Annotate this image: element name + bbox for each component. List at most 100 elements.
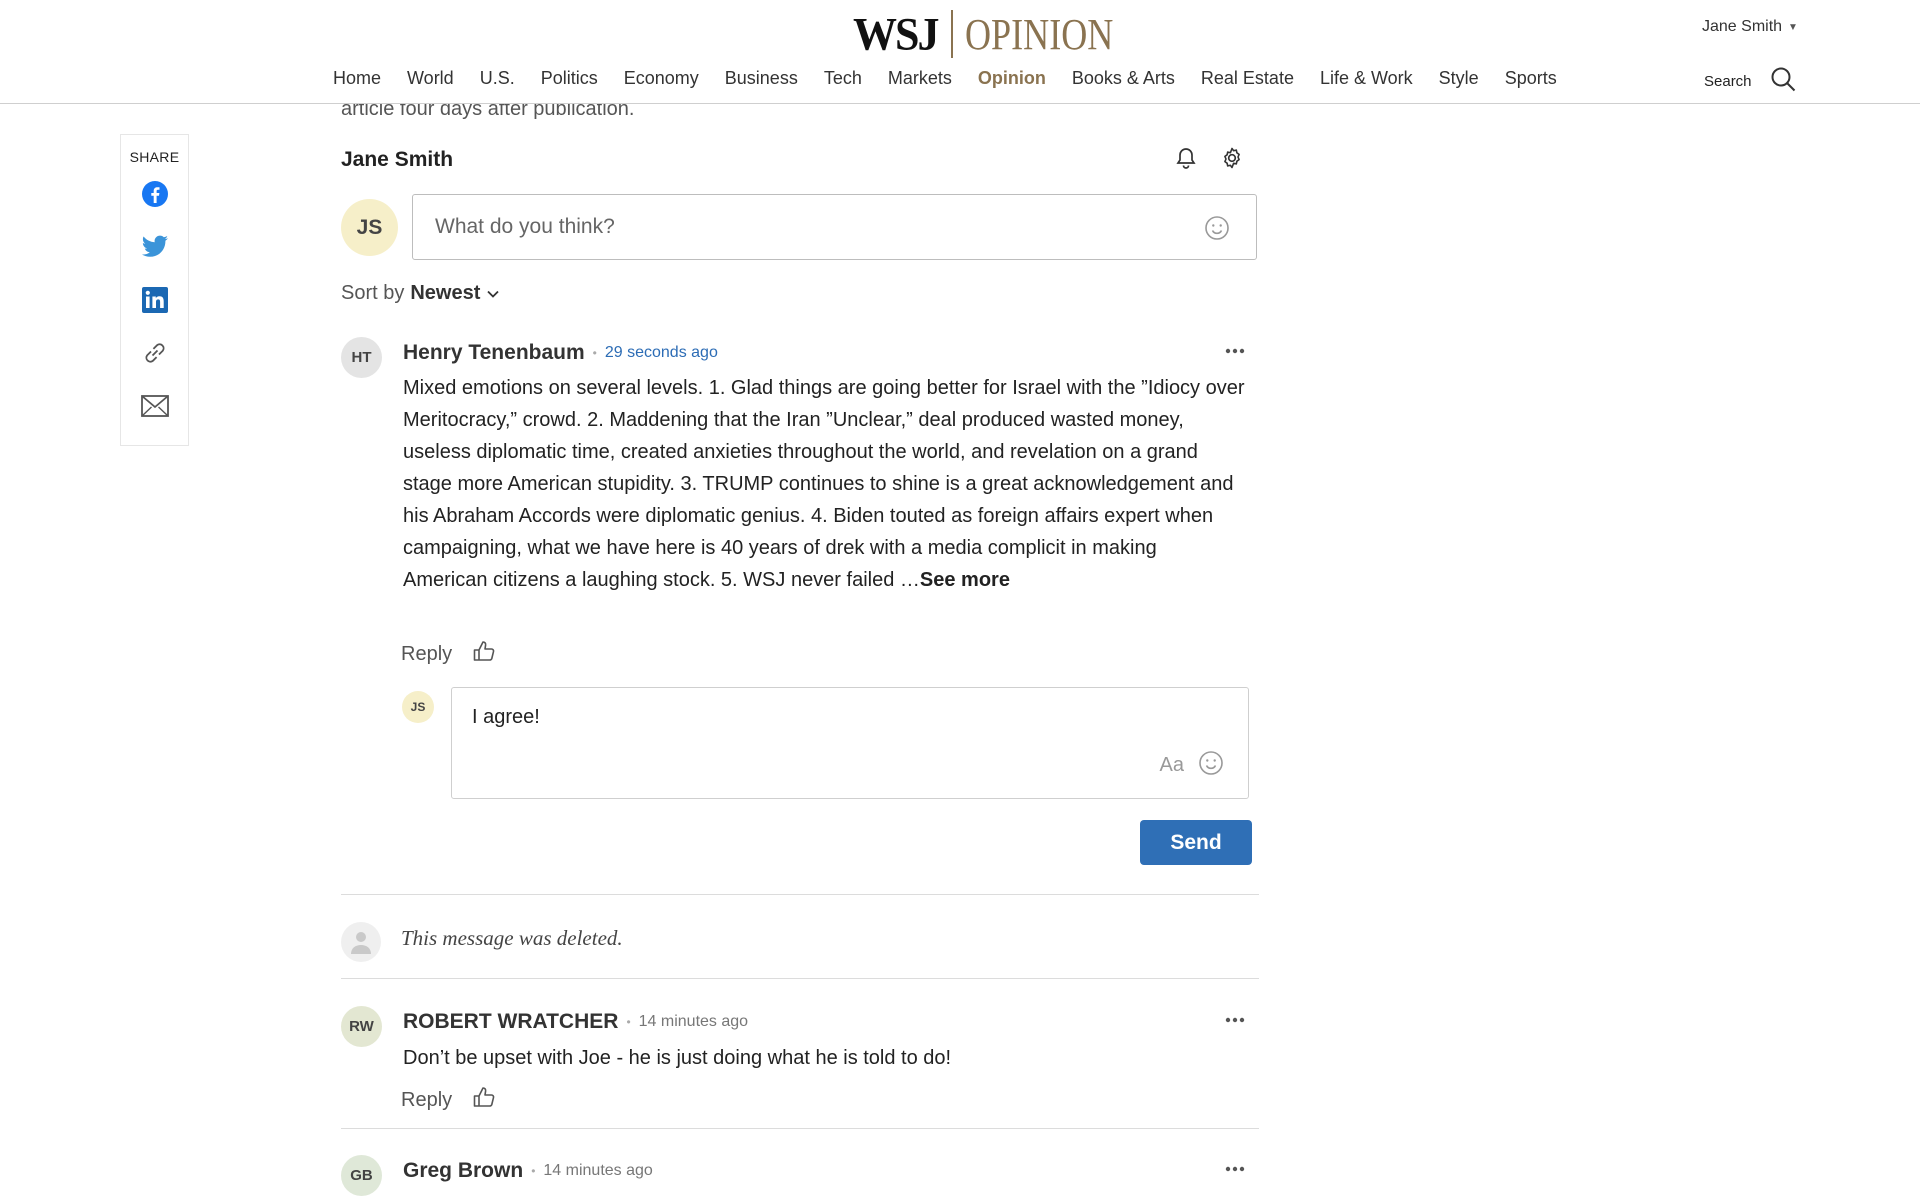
caret-down-icon: ▼ bbox=[1788, 21, 1798, 33]
logo-divider bbox=[951, 10, 954, 58]
commenter-avatar: RW bbox=[341, 1006, 382, 1047]
comment-more-button[interactable] bbox=[1221, 1159, 1249, 1179]
nav-item-economy[interactable]: Economy bbox=[624, 68, 699, 89]
twitter-share-button[interactable] bbox=[138, 232, 172, 266]
settings-button[interactable] bbox=[1220, 147, 1244, 174]
thumbs-up-icon bbox=[473, 1087, 495, 1107]
reply-button[interactable]: Reply bbox=[401, 1089, 452, 1112]
comment-header: ROBERT WRATCHER • 14 minutes ago bbox=[403, 1010, 748, 1034]
comment-divider bbox=[341, 1128, 1259, 1129]
user-icon bbox=[351, 932, 371, 954]
comment-input-placeholder: What do you think? bbox=[435, 215, 615, 238]
comment-item: HT Henry Tenenbaum • 29 seconds ago Mixe… bbox=[341, 337, 1259, 667]
comment-body: Mixed emotions on several levels. 1. Gla… bbox=[403, 372, 1245, 596]
nav-item-markets[interactable]: Markets bbox=[888, 68, 952, 89]
logo-wsj: WSJ bbox=[853, 8, 939, 60]
linkedin-icon bbox=[141, 286, 168, 318]
ellipsis-icon bbox=[1225, 348, 1245, 354]
comment-item: GB Greg Brown • 14 minutes ago bbox=[341, 1155, 1259, 1200]
share-rail: SHARE bbox=[120, 134, 189, 446]
nav-item-books-arts[interactable]: Books & Arts bbox=[1072, 68, 1175, 89]
nav-item-home[interactable]: Home bbox=[333, 68, 381, 89]
deleted-message-text: This message was deleted. bbox=[401, 926, 623, 950]
notifications-button[interactable] bbox=[1174, 147, 1198, 174]
comment-body: Don’t be upset with Joe - he is just doi… bbox=[403, 1042, 1245, 1074]
search-label: Search bbox=[1704, 72, 1752, 90]
viewer-controls bbox=[1174, 147, 1244, 174]
emoji-picker-button[interactable] bbox=[1204, 215, 1230, 247]
user-menu[interactable]: Jane Smith ▼ bbox=[1702, 18, 1798, 36]
ellipsis-icon bbox=[1225, 1017, 1245, 1023]
comment-actions: Reply bbox=[401, 640, 496, 668]
comment-divider bbox=[341, 894, 1259, 895]
comment-header: Henry Tenenbaum • 29 seconds ago bbox=[403, 341, 718, 365]
email-icon bbox=[140, 394, 169, 422]
gear-icon bbox=[1221, 147, 1243, 174]
nav-item-politics[interactable]: Politics bbox=[541, 68, 598, 89]
nav-item-style[interactable]: Style bbox=[1439, 68, 1479, 89]
ellipsis-icon bbox=[1225, 1166, 1245, 1172]
reply-tools: Aa bbox=[1160, 750, 1224, 781]
linkedin-share-button[interactable] bbox=[138, 285, 172, 319]
link-icon bbox=[140, 338, 170, 373]
site-header: WSJ OPINION Jane Smith ▼ Home World U.S.… bbox=[0, 0, 1920, 104]
commenter-avatar: GB bbox=[341, 1155, 382, 1196]
commenter-name[interactable]: Henry Tenenbaum bbox=[403, 341, 585, 365]
reply-button[interactable]: Reply bbox=[401, 643, 452, 666]
comment-divider bbox=[341, 978, 1259, 979]
comment-actions: Reply bbox=[401, 1086, 496, 1114]
like-button[interactable] bbox=[472, 640, 496, 668]
email-share-button[interactable] bbox=[138, 391, 172, 425]
nav-item-sports[interactable]: Sports bbox=[1505, 68, 1557, 89]
see-more-link[interactable]: See more bbox=[920, 569, 1010, 591]
nav-item-us[interactable]: U.S. bbox=[480, 68, 515, 89]
nav-item-opinion[interactable]: Opinion bbox=[978, 68, 1046, 89]
wsj-opinion-logo[interactable]: WSJ OPINION bbox=[853, 8, 1146, 60]
sort-prefix: Sort by bbox=[341, 282, 405, 304]
comment-text: Don’t be upset with Joe - he is just doi… bbox=[403, 1047, 952, 1069]
comment-more-button[interactable] bbox=[1221, 341, 1249, 361]
search-icon bbox=[1770, 66, 1796, 96]
copy-link-button[interactable] bbox=[138, 338, 172, 372]
comment-input[interactable]: What do you think? bbox=[412, 194, 1257, 260]
reply-draft-text: I agree! bbox=[472, 706, 540, 728]
bell-icon bbox=[1176, 147, 1196, 174]
nav-item-business[interactable]: Business bbox=[725, 68, 798, 89]
nav-item-tech[interactable]: Tech bbox=[824, 68, 862, 89]
commenter-name[interactable]: Greg Brown bbox=[403, 1159, 523, 1183]
nav-item-life-work[interactable]: Life & Work bbox=[1320, 68, 1413, 89]
twitter-icon bbox=[141, 235, 169, 264]
comment-timestamp: 29 seconds ago bbox=[604, 344, 718, 361]
comment-timestamp: 14 minutes ago bbox=[543, 1162, 653, 1179]
facebook-icon bbox=[141, 180, 169, 213]
facebook-share-button[interactable] bbox=[138, 179, 172, 213]
user-menu-name: Jane Smith bbox=[1702, 18, 1783, 35]
separator-dot: • bbox=[626, 1015, 631, 1029]
comment-timestamp: 14 minutes ago bbox=[638, 1013, 749, 1030]
commenter-name[interactable]: ROBERT WRATCHER bbox=[403, 1010, 618, 1034]
nav-item-real-estate[interactable]: Real Estate bbox=[1201, 68, 1294, 89]
main-nav: Home World U.S. Politics Economy Busines… bbox=[333, 68, 1583, 89]
reply-viewer-avatar: JS bbox=[402, 691, 434, 723]
comment-more-button[interactable] bbox=[1221, 1010, 1249, 1030]
reply-input[interactable]: I agree! Aa bbox=[451, 687, 1249, 799]
like-button[interactable] bbox=[472, 1086, 496, 1114]
commenter-avatar: HT bbox=[341, 337, 382, 378]
reply-emoji-button[interactable] bbox=[1198, 750, 1224, 781]
separator-dot: • bbox=[592, 346, 597, 360]
sort-dropdown[interactable]: Sort by Newest bbox=[341, 282, 500, 305]
search-button[interactable]: Search bbox=[1704, 66, 1796, 96]
sort-value: Newest bbox=[410, 282, 481, 304]
logo-section: OPINION bbox=[965, 9, 1114, 59]
separator-dot: • bbox=[531, 1164, 536, 1178]
nav-item-world[interactable]: World bbox=[407, 68, 454, 89]
deleted-user-avatar bbox=[341, 922, 381, 962]
smiley-icon bbox=[1205, 216, 1229, 240]
viewer-name: Jane Smith bbox=[341, 148, 454, 171]
smiley-icon bbox=[1199, 751, 1223, 775]
send-button[interactable]: Send bbox=[1140, 820, 1252, 865]
comment-text: Mixed emotions on several levels. 1. Gla… bbox=[403, 377, 1245, 591]
chevron-down-icon bbox=[486, 282, 500, 305]
text-format-button[interactable]: Aa bbox=[1160, 754, 1184, 777]
share-label: SHARE bbox=[129, 149, 180, 165]
